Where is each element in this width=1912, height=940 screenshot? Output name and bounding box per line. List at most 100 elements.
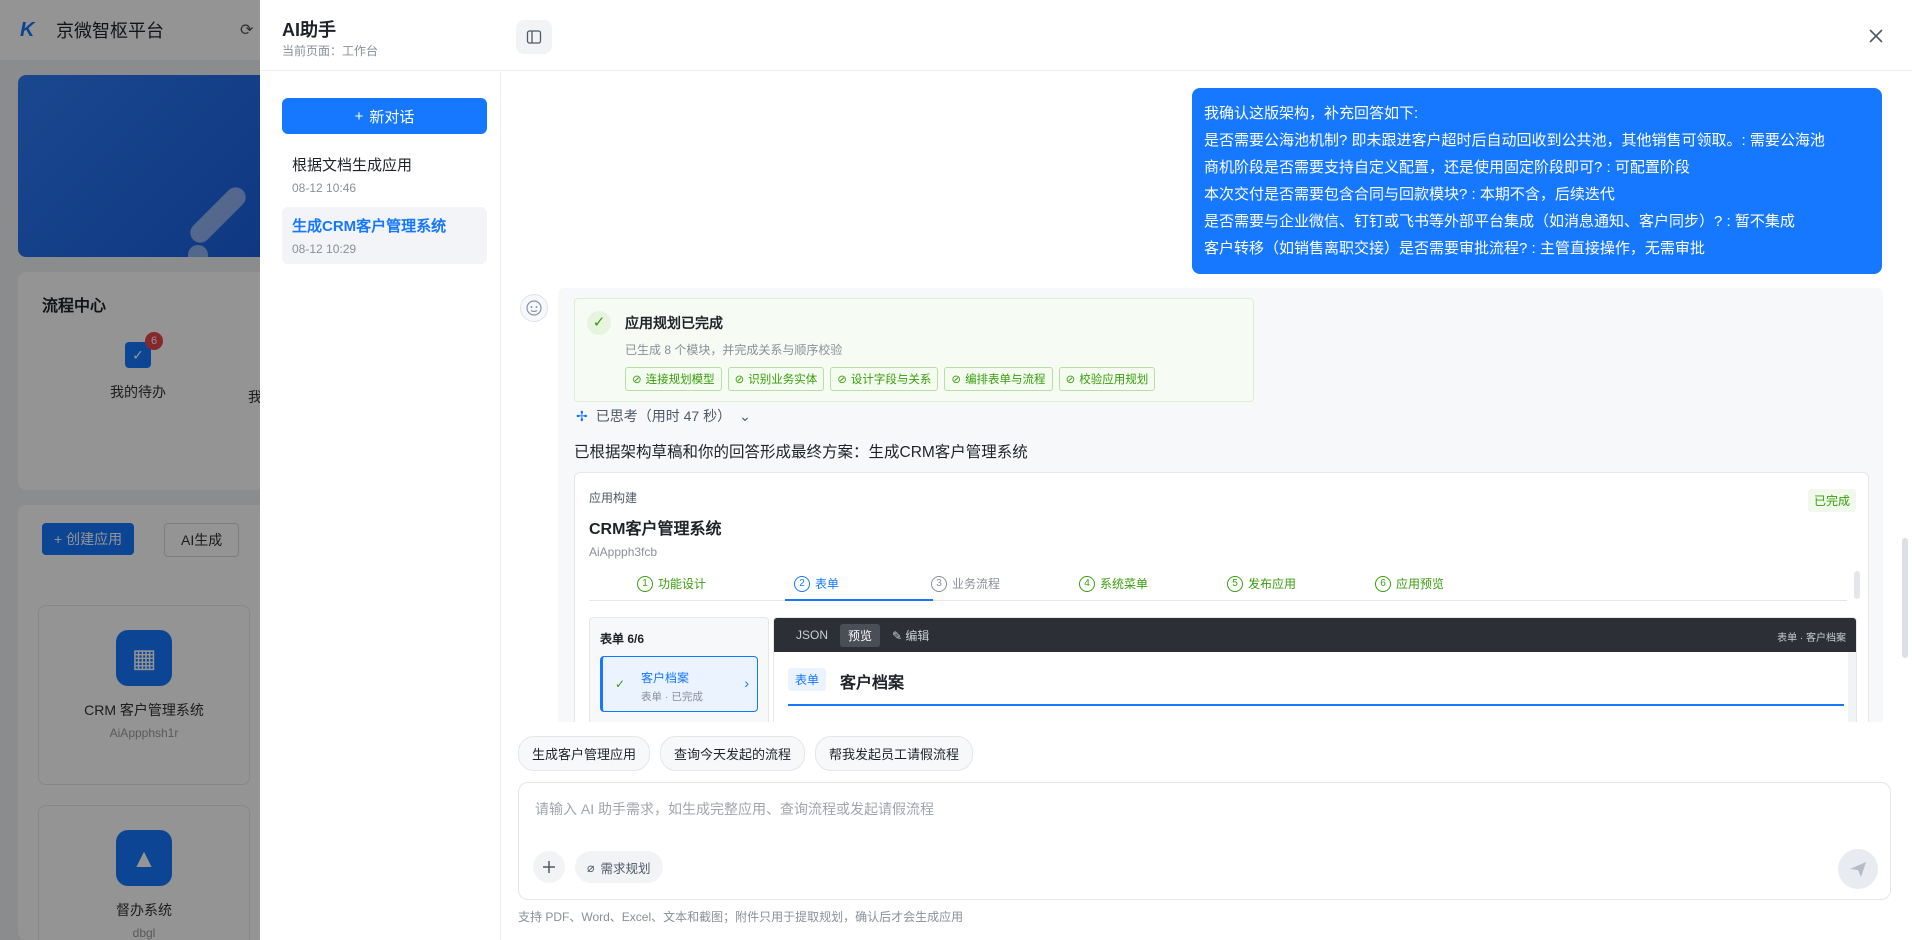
paperclip-icon: ⌀ (587, 860, 595, 875)
check-circle-icon: ⊘ (734, 374, 745, 386)
conversation-item-active[interactable]: 生成CRM客户管理系统 08-12 10:29 (282, 207, 487, 264)
pencil-icon: ✎ (892, 628, 906, 643)
chevron-right-icon: › (744, 675, 749, 691)
plan-tag: ⊘ 校验应用规划 (1058, 367, 1156, 391)
result-text: 已根据架构草稿和你的回答形成最终方案：生成CRM客户管理系统 (574, 444, 1028, 461)
preview-toolbar: JSON 预览 ✎ 编辑 表单 · 客户档案 (774, 618, 1856, 652)
plan-description: 已生成 8 个模块，并完成关系与顺序校验 (625, 343, 843, 357)
plan-tag-label: 编排表单与流程 (965, 374, 1046, 386)
plan-tag: ⊘ 编排表单与流程 (944, 367, 1053, 391)
step-function-design[interactable]: 1 功能设计 (637, 575, 706, 592)
tab-preview[interactable]: 预览 (840, 623, 881, 647)
form-preview: JSON 预览 ✎ 编辑 表单 · 客户档案 表单 客户档案 (773, 617, 1857, 722)
conversation-item[interactable]: 根据文档生成应用 08-12 10:46 (282, 146, 487, 203)
thinking-toggle[interactable]: ✢ 已思考（用时 47 秒） ⌄ (576, 406, 751, 426)
user-message-line: 是否需要公海池机制? 即未跟进客户超时后自动回收到公共池，其他销售可领取。: 需… (1204, 132, 1825, 149)
step-number: 6 (1375, 575, 1391, 592)
steps-scrollbar[interactable] (1854, 571, 1860, 599)
plan-tag: ⊘ 连接规划模型 (625, 367, 722, 391)
step-label: 功能设计 (658, 577, 707, 591)
step-number: 5 (1227, 575, 1243, 592)
conversation-date: 08-12 10:46 (292, 181, 357, 195)
conversation-list: + 新对话 根据文档生成应用 08-12 10:46 生成CRM客户管理系统 0… (260, 72, 501, 940)
drawer-header: AI助手 当前页面：工作台 (260, 0, 1912, 71)
step-business-flow[interactable]: 3 业务流程 (931, 575, 1000, 592)
user-message-line: 商机阶段是否需要支持自定义配置，还是使用固定阶段即可? : 可配置阶段 (1204, 159, 1690, 176)
user-message-line: 客户转移（如销售离职交接）是否需要审批流程? : 主管直接操作，无需审批 (1204, 240, 1705, 257)
step-publish[interactable]: 5 发布应用 (1227, 575, 1296, 592)
sidebar-toggle-button[interactable] (516, 20, 552, 54)
chat-input[interactable] (535, 799, 1835, 829)
form-list: 表单 6/6 ✓ 客户档案 表单 · 已完成 › (589, 617, 769, 722)
conversation-title: 根据文档生成应用 (292, 157, 413, 174)
suggestion-chips: 生成客户管理应用 查询今天发起的流程 帮我发起员工请假流程 (518, 736, 974, 771)
requirement-planning-button[interactable]: ⌀ 需求规划 (575, 851, 663, 883)
form-item-customer[interactable]: ✓ 客户档案 表单 · 已完成 › (600, 656, 758, 712)
sparkle-icon: ✢ (576, 407, 588, 424)
form-type-badge: 表单 (788, 668, 827, 691)
preview-scrollbar[interactable] (1848, 652, 1856, 722)
tab-json[interactable]: JSON (788, 625, 836, 645)
assistant-message-body: ✓ 应用规划已完成 已生成 8 个模块，并完成关系与顺序校验 ⊘ 连接规划模型 ⊘… (558, 288, 1883, 722)
check-circle-icon: ⊘ (632, 374, 642, 386)
step-number: 4 (1079, 575, 1095, 592)
bot-face-icon (526, 300, 542, 316)
plan-tag-label: 设计字段与关系 (850, 374, 932, 386)
conversation-date: 08-12 10:29 (292, 242, 357, 256)
check-icon: ✓ (615, 677, 626, 691)
requirement-planning-label: 需求规划 (600, 861, 651, 876)
suggestion-chip[interactable]: 查询今天发起的流程 (660, 736, 806, 771)
plan-complete-card: ✓ 应用规划已完成 已生成 8 个模块，并完成关系与顺序校验 ⊘ 连接规划模型 ⊘… (574, 298, 1254, 402)
plus-icon: + (354, 107, 364, 125)
step-preview[interactable]: 6 应用预览 (1375, 575, 1444, 592)
step-system-menu[interactable]: 4 系统菜单 (1079, 575, 1148, 592)
preview-divider (788, 704, 1844, 706)
step-number: 1 (637, 575, 653, 592)
build-label: 应用构建 (589, 491, 638, 505)
drawer-subtitle: 当前页面：工作台 (282, 44, 379, 58)
step-forms[interactable]: 2 表单 (794, 575, 839, 592)
preview-breadcrumb: 表单 · 客户档案 (1777, 633, 1846, 644)
send-button[interactable] (1838, 849, 1878, 889)
form-item-name: 客户档案 (641, 671, 690, 685)
plan-tag-label: 连接规划模型 (645, 374, 715, 386)
suggestion-chip[interactable]: 帮我发起员工请假流程 (815, 736, 974, 771)
thinking-label: 已思考（用时 47 秒） (595, 408, 732, 424)
step-label: 表单 (815, 577, 840, 591)
step-label: 业务流程 (952, 577, 1001, 591)
chat-input-box: ⌀ 需求规划 (518, 782, 1891, 900)
active-step-indicator (785, 599, 933, 601)
suggestion-chip[interactable]: 生成客户管理应用 (518, 736, 651, 771)
plan-tag-label: 识别业务实体 (748, 374, 818, 386)
app-build-card: 应用构建 CRM客户管理系统 AiAppph3fcb 已完成 1 功能设计 2 表单… (574, 472, 1869, 722)
chat-messages[interactable]: 我确认这版架构，补充回答如下: 是否需要公海池机制? 即未跟进客户超时后自动回收… (502, 72, 1912, 722)
step-number: 3 (931, 575, 947, 592)
user-message-line: 本次交付是否需要包含合同与回款模块? : 本期不含，后续迭代 (1204, 186, 1615, 203)
attach-button[interactable] (533, 851, 565, 883)
step-label: 应用预览 (1396, 577, 1445, 591)
plan-tags: ⊘ 连接规划模型 ⊘ 识别业务实体 ⊘ 设计字段与关系 ⊘ 编排表单与流程 ⊘ 校验应用规… (625, 367, 1156, 391)
plan-tag: ⊘ 识别业务实体 (727, 367, 825, 391)
close-button[interactable] (1862, 22, 1890, 50)
step-label: 系统菜单 (1100, 577, 1149, 591)
user-message-line: 我确认这版架构，补充回答如下: (1204, 105, 1419, 122)
preview-form-name: 客户档案 (840, 675, 905, 692)
input-hint: 支持 PDF、Word、Excel、文本和截图；附件只用于提取规划，确认后才会生… (518, 910, 964, 924)
step-label: 发布应用 (1248, 577, 1297, 591)
build-steps: 1 功能设计 2 表单 3 业务流程 4 系统菜单 5 发布应用 6 应用预览 (589, 567, 1847, 601)
plan-title: 应用规划已完成 (625, 315, 723, 331)
drawer-title: AI助手 (282, 20, 336, 40)
build-app-code: AiAppph3fcb (589, 545, 658, 559)
plus-icon (543, 861, 555, 873)
tab-edit-label: 编辑 (905, 628, 930, 643)
send-icon (1850, 862, 1866, 877)
tab-edit[interactable]: ✎ 编辑 (884, 624, 937, 647)
plan-tag: ⊘ 设计字段与关系 (830, 367, 939, 391)
check-circle-icon: ⊘ (951, 374, 962, 386)
assistant-avatar-icon (520, 294, 548, 322)
chat-scrollbar[interactable] (1902, 538, 1908, 658)
form-item-status: 表单 · 已完成 (641, 691, 703, 703)
check-circle-icon: ⊘ (837, 374, 847, 386)
user-message: 我确认这版架构，补充回答如下: 是否需要公海池机制? 即未跟进客户超时后自动回收… (1192, 88, 1882, 274)
new-chat-button[interactable]: + 新对话 (282, 98, 487, 134)
